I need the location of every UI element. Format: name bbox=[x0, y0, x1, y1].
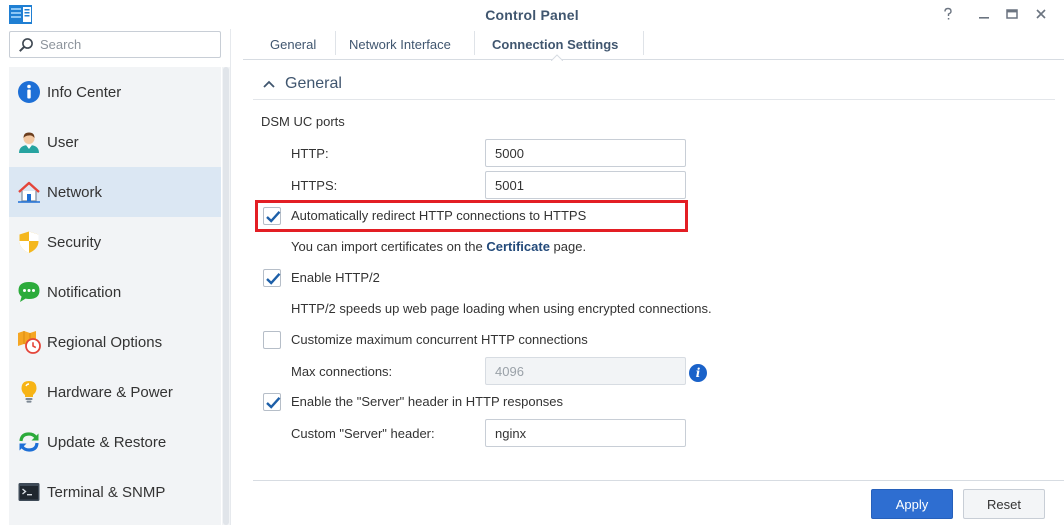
info-icon bbox=[18, 81, 40, 103]
certificate-hint: You can import certificates on the Certi… bbox=[291, 239, 586, 254]
checkmark-icon bbox=[266, 272, 281, 285]
sidebar-item-label: Info Center bbox=[47, 83, 122, 101]
max-connections-input bbox=[485, 357, 686, 385]
sidebar-item-label: User bbox=[47, 133, 79, 151]
sidebar-item-update-restore[interactable]: Update & Restore bbox=[9, 417, 221, 467]
custom-server-header-input[interactable] bbox=[485, 419, 686, 447]
sidebar-item-label: Regional Options bbox=[47, 333, 163, 351]
lightbulb-icon bbox=[21, 381, 37, 403]
user-icon bbox=[19, 132, 39, 153]
http-port-label: HTTP: bbox=[291, 146, 329, 161]
http-port-input[interactable] bbox=[485, 139, 686, 167]
tab-separator bbox=[474, 31, 475, 55]
checkmark-icon bbox=[266, 210, 281, 223]
minimize-icon[interactable] bbox=[974, 5, 994, 23]
map-clock-icon bbox=[18, 331, 41, 354]
certificate-hint-prefix: You can import certificates on the bbox=[291, 239, 487, 254]
reset-button[interactable]: Reset bbox=[963, 489, 1045, 519]
customize-max-connections-label: Customize maximum concurrent HTTP connec… bbox=[291, 332, 588, 347]
redirect-https-label: Automatically redirect HTTP connections … bbox=[291, 208, 587, 223]
enable-http2-label: Enable HTTP/2 bbox=[291, 270, 380, 285]
chat-bubble-icon bbox=[18, 282, 40, 302]
pane-divider bbox=[230, 29, 236, 525]
footer-bar: Apply Reset bbox=[253, 480, 1064, 525]
server-header-checkbox[interactable] bbox=[263, 393, 281, 411]
window-title: Control Panel bbox=[485, 7, 579, 23]
tab-separator bbox=[643, 31, 644, 55]
sidebar-item-hardware-power[interactable]: Hardware & Power bbox=[9, 367, 221, 417]
https-port-label: HTTPS: bbox=[291, 178, 338, 193]
info-icon[interactable]: i bbox=[689, 364, 707, 382]
sidebar-item-label: Hardware & Power bbox=[47, 383, 173, 401]
sidebar-item-notification[interactable]: Notification bbox=[9, 267, 221, 317]
sidebar-item-security[interactable]: Security bbox=[9, 217, 221, 267]
collapse-chevron-icon[interactable] bbox=[263, 79, 275, 89]
checkmark-icon bbox=[266, 396, 281, 409]
sidebar-item-info-center[interactable]: Info Center bbox=[9, 67, 221, 117]
sidebar-item-user[interactable]: User bbox=[9, 117, 221, 167]
customize-max-connections-checkbox[interactable] bbox=[263, 331, 281, 349]
sidebar-item-regional-options[interactable]: Regional Options bbox=[9, 317, 221, 367]
section-title: General bbox=[285, 75, 342, 92]
dsm-ports-heading: DSM UC ports bbox=[261, 114, 345, 129]
custom-server-header-label: Custom "Server" header: bbox=[291, 426, 435, 441]
sidebar-nav: Info Center User Network Security Notifi… bbox=[9, 67, 221, 525]
sidebar-item-label: Network bbox=[47, 183, 103, 201]
sidebar-item-label: Update & Restore bbox=[47, 433, 167, 451]
title-bar: Control Panel bbox=[0, 0, 1064, 29]
http2-description: HTTP/2 speeds up web page loading when u… bbox=[291, 301, 712, 316]
tab-network-interface[interactable]: Network Interface bbox=[349, 29, 451, 59]
redirect-https-checkbox[interactable] bbox=[263, 207, 281, 225]
sidebar-item-label: Notification bbox=[47, 283, 122, 301]
help-icon[interactable] bbox=[938, 5, 958, 23]
enable-http2-checkbox[interactable] bbox=[263, 269, 281, 287]
sidebar-item-terminal-snmp[interactable]: Terminal & SNMP bbox=[9, 467, 221, 517]
sidebar-item-label: Security bbox=[47, 233, 102, 251]
sidebar-item-network[interactable]: Network bbox=[9, 167, 221, 217]
sidebar-scrollbar[interactable] bbox=[222, 67, 230, 525]
content-scrollbar[interactable] bbox=[1056, 60, 1064, 480]
certificate-hint-suffix: page. bbox=[549, 239, 587, 254]
sidebar: Info Center User Network bbox=[0, 29, 230, 525]
server-header-label: Enable the "Server" header in HTTP respo… bbox=[291, 394, 564, 409]
tab-general[interactable]: General bbox=[270, 29, 316, 59]
terminal-icon bbox=[18, 483, 40, 501]
close-icon[interactable] bbox=[1031, 5, 1051, 23]
maximize-icon[interactable] bbox=[1002, 5, 1022, 23]
apply-button[interactable]: Apply bbox=[871, 489, 953, 519]
network-icon bbox=[18, 181, 40, 203]
search-icon bbox=[19, 38, 33, 52]
tab-bar: General Network Interface Connection Set… bbox=[243, 29, 1064, 61]
tab-separator bbox=[335, 31, 336, 55]
search-input[interactable] bbox=[40, 32, 216, 57]
certificate-link[interactable]: Certificate bbox=[486, 239, 550, 254]
refresh-icon bbox=[19, 432, 39, 452]
max-connections-label: Max connections: bbox=[291, 364, 393, 379]
https-port-input[interactable] bbox=[485, 171, 686, 199]
sidebar-item-label: Terminal & SNMP bbox=[47, 483, 166, 501]
shield-icon bbox=[19, 231, 39, 253]
sidebar-scrollbar-thumb[interactable] bbox=[223, 67, 229, 525]
section-header-general[interactable]: General bbox=[253, 74, 1055, 100]
search-box[interactable] bbox=[9, 31, 221, 58]
